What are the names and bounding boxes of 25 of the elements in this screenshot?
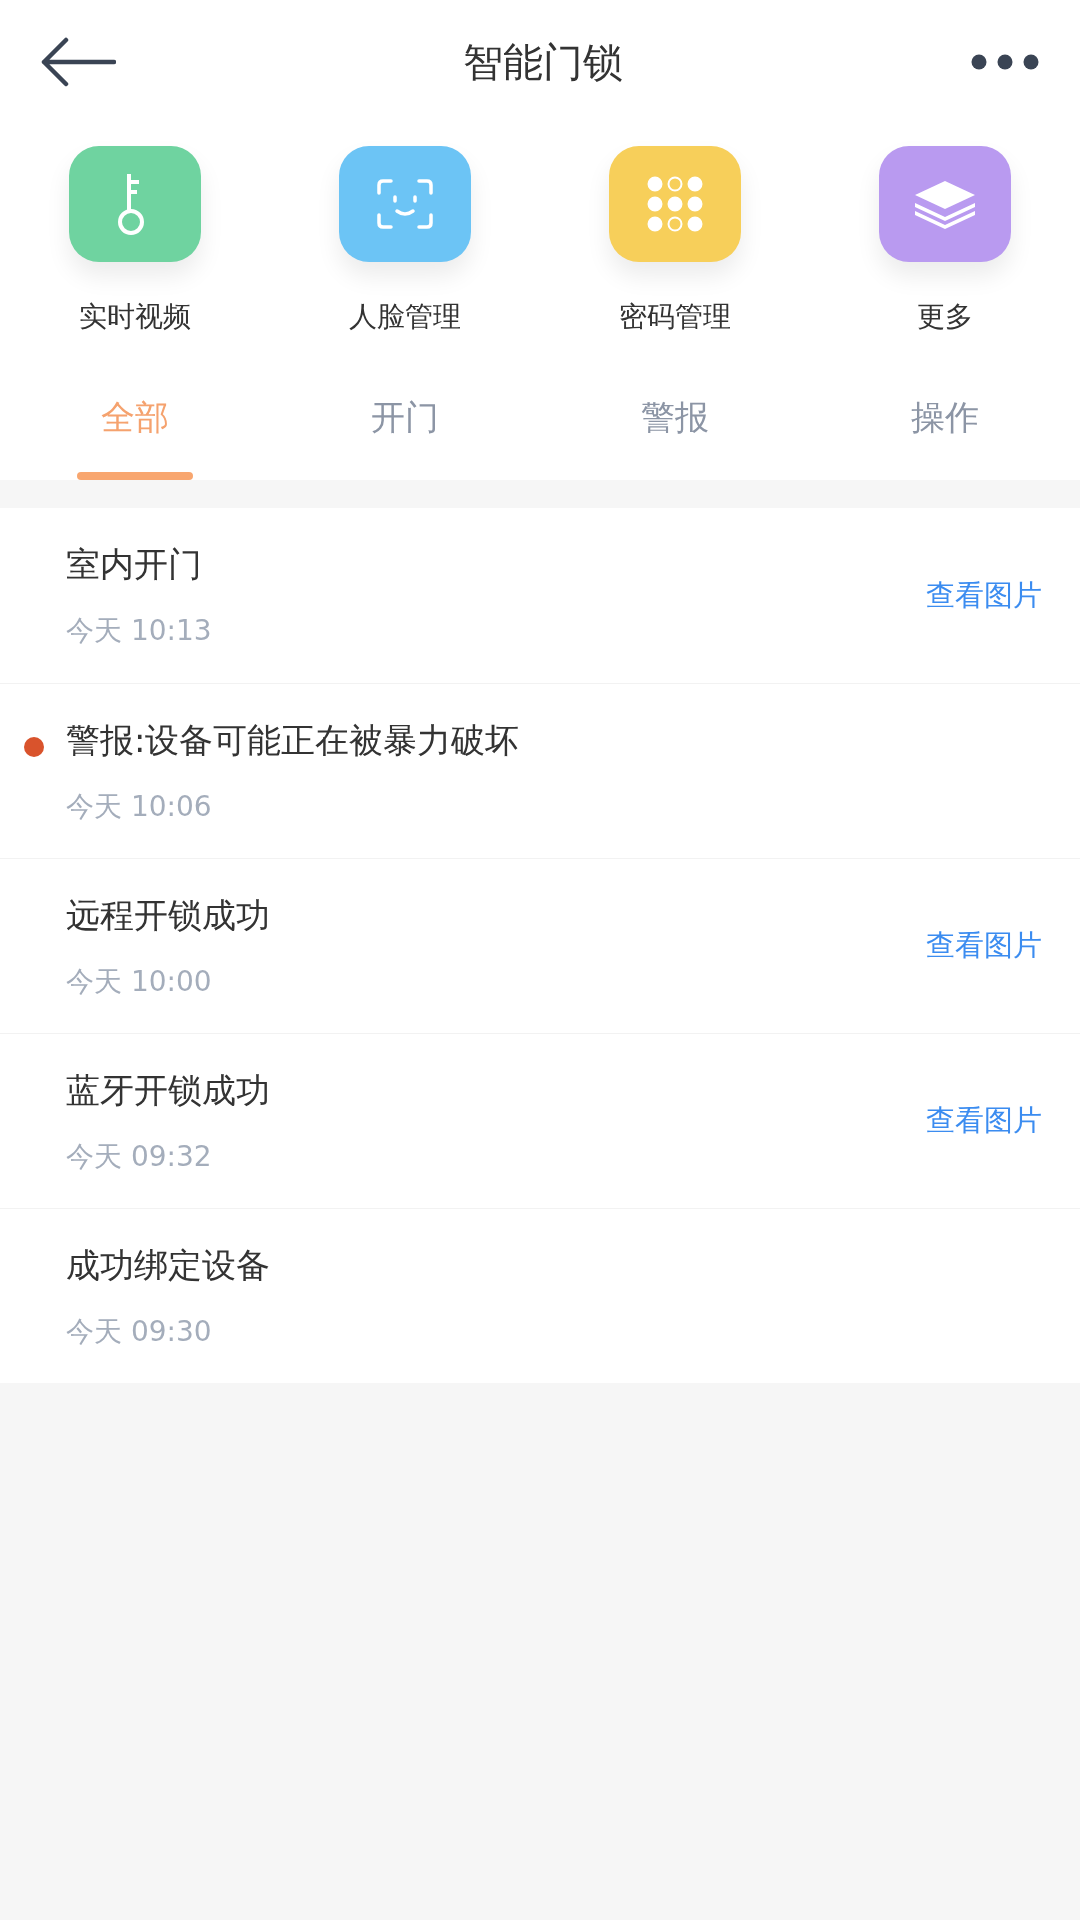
face-scan-icon: [375, 177, 435, 231]
record-row[interactable]: 远程开锁成功 今天 10:00 查看图片: [0, 858, 1080, 1033]
shortcut-button[interactable]: 更多: [810, 146, 1080, 338]
record-title: 远程开锁成功: [66, 893, 270, 937]
page-title: 智能门锁: [463, 38, 623, 87]
record-title: 室内开门: [66, 543, 203, 586]
record-time: 今天 09:32: [66, 1138, 213, 1175]
record-row[interactable]: 室内开门 今天 10:13 查看图片: [0, 508, 1080, 683]
layers-icon: [913, 179, 977, 229]
record-time: 今天 09:30: [66, 1313, 213, 1350]
record-row[interactable]: 蓝牙开锁成功 今天 09:32 查看图片: [0, 1033, 1080, 1208]
back-arrow-icon[interactable]: [40, 37, 116, 87]
record-row[interactable]: 成功绑定设备 今天 09:30: [0, 1208, 1080, 1383]
record-time: 今天 10:06: [66, 788, 213, 825]
keypad-icon: [646, 175, 704, 233]
record-time: 今天 10:00: [66, 963, 213, 1000]
shortcut-button[interactable]: 密码管理: [540, 146, 810, 338]
record-title: 蓝牙开锁成功: [66, 1068, 270, 1112]
record-title: 成功绑定设备: [66, 1243, 270, 1287]
record-time: 今天 10:13: [66, 613, 212, 649]
shortcut-button[interactable]: 人脸管理: [270, 146, 540, 338]
record-title: 警报:设备可能正在被暴力破坏: [66, 718, 520, 762]
record-row[interactable]: 警报:设备可能正在被暴力破坏 今天 10:06: [0, 683, 1080, 858]
more-icon[interactable]: [970, 53, 1040, 71]
shortcut-button[interactable]: 实时视频: [0, 146, 270, 338]
